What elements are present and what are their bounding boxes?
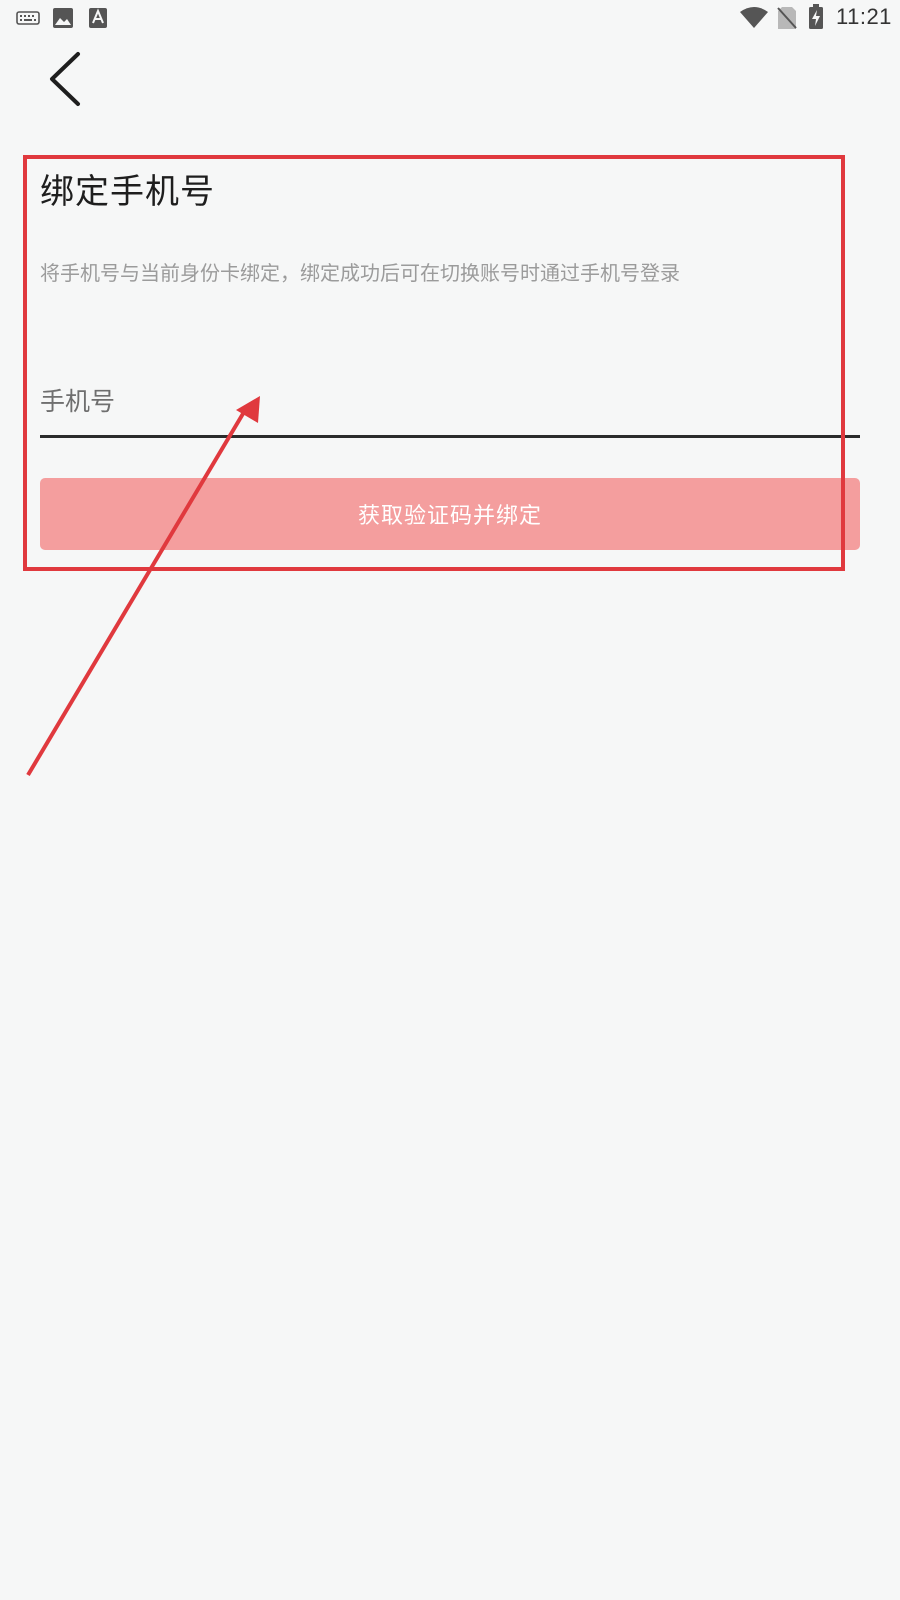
keyboard-icon xyxy=(16,11,40,25)
bind-phone-screen: 11:21 绑定手机号 将手机号与当前身份卡绑定，绑定成功后可在切换账号时通过手… xyxy=(0,0,900,1600)
status-time: 11:21 xyxy=(836,4,892,29)
image-icon xyxy=(53,8,73,28)
page-description: 将手机号与当前身份卡绑定，绑定成功后可在切换账号时通过手机号登录 xyxy=(40,261,680,285)
wifi-icon xyxy=(740,7,768,28)
chevron-left-icon xyxy=(50,52,80,106)
get-code-and-bind-button[interactable]: 获取验证码并绑定 xyxy=(40,478,860,550)
annotation-overlay xyxy=(23,155,845,777)
no-sim-icon xyxy=(777,7,797,29)
back-button[interactable] xyxy=(38,48,94,112)
phone-number-input[interactable] xyxy=(40,368,860,438)
page-title: 绑定手机号 xyxy=(40,172,215,212)
status-bar: 11:21 xyxy=(0,0,900,36)
annotation-arrow-line xyxy=(26,410,246,777)
text-a-icon xyxy=(89,8,107,28)
battery-charging-icon xyxy=(809,4,823,29)
